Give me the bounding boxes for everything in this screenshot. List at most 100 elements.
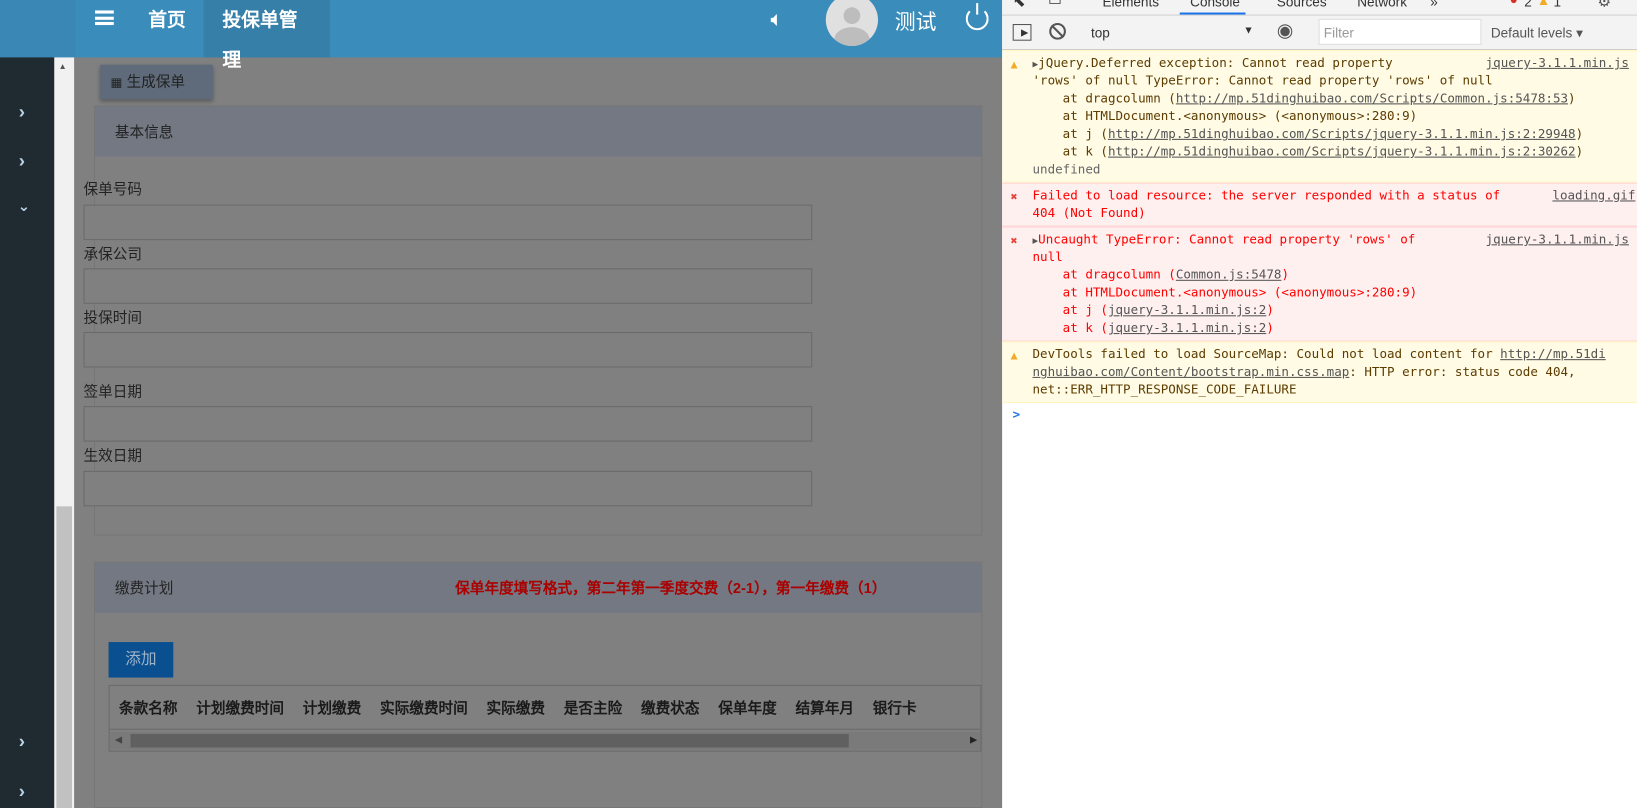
device-toggle-icon[interactable]: ▭ xyxy=(1048,0,1062,9)
table-header: 条款名称 计划缴费时间 计划缴费 实际缴费时间 实际缴费 是否主险 缴费状态 保… xyxy=(109,686,981,730)
chevron-right-icon[interactable]: › xyxy=(19,731,25,753)
stack-link[interactable]: http://mp.51dinghuibao.com/Scripts/jquer… xyxy=(1108,126,1576,141)
tab-elements[interactable]: Elements xyxy=(1102,0,1159,9)
stack-text: at j ( xyxy=(1032,126,1108,141)
log-levels-label: Default levels xyxy=(1490,25,1573,41)
error-icon: ✖ xyxy=(1010,233,1018,248)
tab-console[interactable]: Console xyxy=(1190,0,1240,9)
chevron-right-icon[interactable]: › xyxy=(19,150,25,172)
chevron-down-icon[interactable]: ⌄ xyxy=(18,197,30,215)
column-header[interactable]: 是否主险 xyxy=(554,686,631,729)
console-warning-message: ▲ DevTools failed to load SourceMap: Cou… xyxy=(1002,341,1637,403)
warning-icon: ▲ xyxy=(1010,57,1018,71)
stack-text: at dragcolumn ( xyxy=(1032,90,1176,106)
column-header[interactable]: 缴费状态 xyxy=(632,686,709,729)
chevron-right-icon[interactable]: › xyxy=(19,781,25,803)
column-header[interactable]: 计划缴费时间 xyxy=(187,686,293,729)
avatar[interactable] xyxy=(825,0,879,46)
stack-link[interactable]: http://mp.51dinghuibao.com/Scripts/jquer… xyxy=(1108,144,1576,159)
message-text: Failed to load resource: the server resp… xyxy=(1032,187,1501,203)
policy-number-input[interactable] xyxy=(83,204,813,241)
sourcemap-link[interactable]: http://mp.51di xyxy=(1500,347,1606,362)
dropdown-arrow-icon[interactable]: ▼ xyxy=(1243,25,1253,36)
power-icon[interactable] xyxy=(965,3,989,31)
source-link[interactable]: jquery-3.1.1.min.js xyxy=(1485,230,1629,249)
stack-text: ) xyxy=(1575,126,1584,141)
stack-link[interactable]: jquery-3.1.1.min.js:2 xyxy=(1108,321,1266,336)
message-text: null xyxy=(1032,249,1063,265)
scroll-left-icon[interactable]: ◀ xyxy=(115,734,122,745)
sidebar: › › ⌄ › › xyxy=(0,57,55,808)
column-header[interactable]: 结算年月 xyxy=(786,686,863,729)
devtools-tabs: ⬉ ▭ Elements Console Sources Network » ●… xyxy=(1002,0,1637,16)
column-header[interactable]: 保单年度 xyxy=(709,686,786,729)
message-text: Uncaught TypeError: Cannot read property… xyxy=(1038,231,1416,247)
context-select[interactable]: top xyxy=(1091,25,1110,41)
scrollbar-thumb[interactable] xyxy=(56,506,73,808)
column-header[interactable]: 实际缴费 xyxy=(477,686,554,729)
more-tabs-button[interactable]: » xyxy=(1430,0,1438,9)
inspect-icon[interactable]: ⬉ xyxy=(1013,0,1026,10)
effective-date-input[interactable] xyxy=(83,470,813,507)
tab-network[interactable]: Network xyxy=(1357,0,1407,9)
stack-text: ) xyxy=(1266,302,1274,318)
nav-policy-management[interactable]: 投保单管理 xyxy=(203,0,330,70)
chevron-right-icon[interactable]: › xyxy=(19,101,25,123)
column-header[interactable]: 实际缴费时间 xyxy=(371,686,477,729)
menu-toggle-button[interactable] xyxy=(75,0,129,57)
stack-text: at HTMLDocument.<anonymous> (<anonymous>… xyxy=(1032,285,1418,300)
field-label: 生效日期 xyxy=(83,446,142,464)
insure-time-input[interactable] xyxy=(83,331,813,368)
source-link[interactable]: loading.gif xyxy=(1552,186,1636,205)
sign-date-input[interactable] xyxy=(83,406,813,442)
menu-icon xyxy=(95,10,114,26)
devtools-panel: ⬉ ▭ Elements Console Sources Network » ●… xyxy=(1002,0,1637,808)
settings-gear-icon[interactable]: ⚙ xyxy=(1597,0,1611,10)
scroll-right-icon[interactable]: ▶ xyxy=(970,734,977,745)
console-warning-message: ▲ ▶jQuery.Deferred exception: Cannot rea… xyxy=(1002,50,1637,183)
insurer-input[interactable] xyxy=(83,268,813,304)
message-text: jQuery.Deferred exception: Cannot read p… xyxy=(1038,55,1393,70)
sourcemap-link[interactable]: nghuibao.com/Content/bootstrap.min.css.m… xyxy=(1033,364,1350,379)
log-levels-select[interactable]: Default levels ▾ xyxy=(1491,25,1583,42)
vertical-scrollbar[interactable]: ▲ xyxy=(54,57,75,808)
horizontal-scrollbar[interactable]: ◀ ▶ xyxy=(109,731,981,750)
clear-console-icon[interactable] xyxy=(1049,22,1066,40)
console-toolbar: ▶ top ▼ ◉ Filter Default levels ▾ xyxy=(1002,15,1637,51)
stack-link[interactable]: Common.js:5478 xyxy=(1176,267,1282,282)
add-button[interactable]: 添加 xyxy=(108,642,174,678)
grid-icon: ▦ xyxy=(110,75,123,90)
field-label: 投保时间 xyxy=(83,309,142,326)
console-prompt[interactable]: > xyxy=(1002,403,1637,426)
stack-text: ) xyxy=(1266,320,1274,336)
column-header[interactable]: 计划缴费 xyxy=(293,686,370,729)
stack-link[interactable]: http://mp.51dinghuibao.com/Scripts/Commo… xyxy=(1176,91,1568,106)
error-icon[interactable]: ● xyxy=(1510,0,1518,7)
active-tab-indicator xyxy=(1179,12,1246,15)
nav-home[interactable]: 首页 xyxy=(129,0,204,57)
warning-icon: ▲ xyxy=(1010,348,1018,363)
message-text: net::ERR_HTTP_RESPONSE_CODE_FAILURE xyxy=(1032,382,1297,397)
sidebar-toggle-icon[interactable]: ▶ xyxy=(1012,24,1032,41)
message-text: 404 (Not Found) xyxy=(1032,205,1146,221)
column-header[interactable]: 条款名称 xyxy=(110,686,187,729)
scrollbar-thumb[interactable] xyxy=(130,733,849,748)
generate-policy-label: 生成保单 xyxy=(126,73,186,90)
speaker-icon[interactable]: 🔈︎ xyxy=(770,8,783,32)
stack-text: ) xyxy=(1568,90,1576,106)
eye-icon[interactable]: ◉ xyxy=(1277,20,1293,42)
filter-input[interactable]: Filter xyxy=(1318,18,1482,45)
console-messages: ▲ ▶jQuery.Deferred exception: Cannot rea… xyxy=(1002,50,1637,426)
message-text: 'rows' of null TypeError: Cannot read pr… xyxy=(1032,73,1493,88)
generate-policy-button[interactable]: ▦ 生成保单 xyxy=(100,64,213,100)
user-name[interactable]: 测试 xyxy=(895,5,937,35)
error-icon: ✖ xyxy=(1010,190,1018,204)
scroll-up-icon[interactable]: ▲ xyxy=(58,62,66,71)
stack-link[interactable]: jquery-3.1.1.min.js:2 xyxy=(1108,303,1266,318)
tab-sources[interactable]: Sources xyxy=(1277,0,1327,9)
warning-count[interactable]: 1 xyxy=(1553,0,1561,9)
column-header[interactable]: 银行卡 xyxy=(863,686,926,729)
source-link[interactable]: jquery-3.1.1.min.js xyxy=(1485,54,1629,73)
error-count[interactable]: 2 xyxy=(1524,0,1532,9)
warning-icon[interactable]: ▲ xyxy=(1537,0,1550,8)
